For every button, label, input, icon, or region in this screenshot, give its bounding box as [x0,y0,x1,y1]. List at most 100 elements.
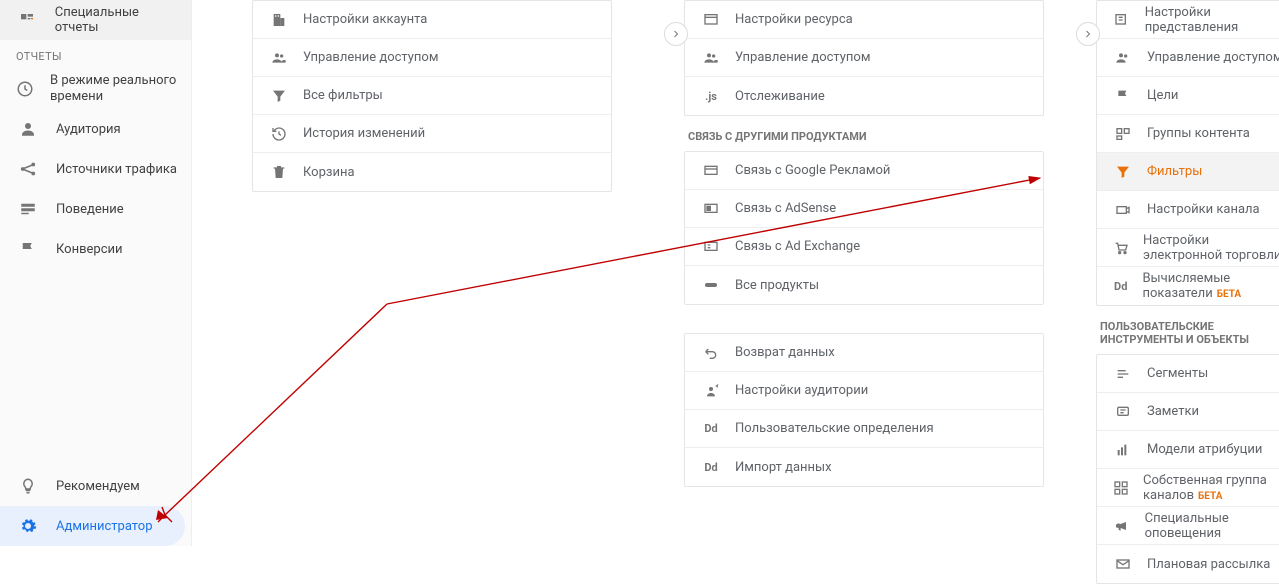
row-label: Управление доступом [303,50,438,65]
sidebar-item-discover[interactable]: Рекомендуем [0,466,191,506]
link-adexchange[interactable]: Связь с Ad Exchange [685,228,1043,266]
link-adsense[interactable]: Связь с AdSense [685,190,1043,228]
link-icon [701,275,721,295]
collapse-button[interactable] [1076,22,1100,46]
sidebar-item-audience[interactable]: Аудитория [0,109,191,149]
rows-icon [16,197,40,221]
row-label: Связь с Ad Exchange [735,239,860,254]
dd-icon: Dd [1113,276,1128,296]
sidebar-item-custom-reports[interactable]: Специальные отчеты [0,0,191,40]
audience-settings[interactable]: Настройки аудитории [685,372,1043,410]
row-label: Пользовательские определения [735,421,934,436]
channel-icon [1113,200,1133,220]
row-label: Настройки представления [1145,5,1279,35]
ads-icon [701,161,721,181]
row-label: Связь с Google Рекламой [735,163,890,178]
calculated-metrics[interactable]: Dd Вычисляемые показателиБЕТА [1097,267,1279,305]
gear-icon [16,514,40,538]
row-label: Настройки аудитории [735,383,868,398]
annotations[interactable]: Заметки [1097,393,1279,431]
clock-icon [16,77,34,101]
sidebar-section-header: ОТЧЕТЫ [0,40,191,69]
sidebar-item-label: Аудитория [56,122,121,137]
section-header-tools: ПОЛЬЗОВАТЕЛЬСКИЕ ИНСТРУМЕНТЫ И ОБЪЕКТЫ [1096,306,1279,354]
sidebar-item-acquisition[interactable]: Источники трафика [0,149,191,189]
sidebar-item-behavior[interactable]: Поведение [0,189,191,229]
row-label: Настройки канала [1147,202,1260,217]
custom-definitions[interactable]: DdПользовательские определения [685,410,1043,448]
mail-icon [1113,554,1133,574]
adsense-icon [701,199,721,219]
window-icon [701,10,721,30]
row-label: Корзина [303,165,355,180]
property-settings[interactable]: Настройки ресурса [685,1,1043,39]
account-column: Настройки аккаунта Управление доступом В… [192,0,624,546]
sidebar-item-admin[interactable]: Администратор [0,506,185,546]
row-label: Модели атрибуции [1147,442,1262,457]
all-products[interactable]: Все продукты [685,266,1043,304]
custom-channel-group[interactable]: Собственная группа каналовБЕТА [1097,469,1279,507]
row-label: Отслеживание [735,89,825,104]
sidebar-item-label: Источники трафика [56,162,177,177]
trash-icon [269,162,289,182]
row-label: Управление доступом [1147,50,1279,65]
groups-icon [1113,124,1133,144]
change-history[interactable]: История изменений [253,115,611,153]
row-label: Цели [1147,88,1178,103]
tracking[interactable]: .js Отслеживание [685,77,1043,115]
ecommerce-settings[interactable]: Настройки электронной торговли [1097,229,1279,267]
scheduled-emails[interactable]: Плановая рассылка [1097,545,1279,583]
flag-icon [1113,86,1133,106]
row-label: Плановая рассылка [1147,557,1270,572]
content-groups[interactable]: Группы контента [1097,115,1279,153]
row-label: Собственная группа каналовБЕТА [1143,473,1279,503]
js-icon: .js [701,86,721,106]
row-label: Настройки электронной торговли [1143,233,1279,263]
all-filters[interactable]: Все фильтры [253,77,611,115]
view-settings[interactable]: Настройки представления [1097,1,1279,39]
property-access[interactable]: Управление доступом [685,39,1043,77]
custom-alerts[interactable]: Специальные оповещения [1097,507,1279,545]
target-people-icon [701,381,721,401]
sidebar-item-conversions[interactable]: Конверсии [0,229,191,269]
people-icon [269,48,289,68]
row-label: Сегменты [1147,366,1208,381]
row-label: Специальные оповещения [1145,511,1279,541]
row-label: Все фильтры [303,88,383,103]
row-label: Управление доступом [735,50,870,65]
row-label: Импорт данных [735,460,832,475]
view-column: Настройки представления Управление досту… [1056,0,1279,546]
building-icon [269,10,289,30]
account-access[interactable]: Управление доступом [253,39,611,77]
sidebar-item-label: Специальные отчеты [55,5,179,35]
cart-icon [1113,238,1129,258]
channel-settings[interactable]: Настройки канала [1097,191,1279,229]
row-label: Вычисляемые показателиБЕТА [1142,271,1279,301]
left-sidebar: Специальные отчеты ОТЧЕТЫ В режиме реаль… [0,0,192,546]
row-label: История изменений [303,126,425,141]
grid-icon [1113,478,1129,498]
flag-icon [16,237,40,261]
postbacks[interactable]: Возврат данных [685,334,1043,372]
row-label: Настройки ресурса [735,12,853,27]
sidebar-item-label: Рекомендуем [56,479,140,494]
section-header-linking: СВЯЗЬ С ДРУГИМИ ПРОДУКТАМИ [684,116,1056,151]
view-access[interactable]: Управление доступом [1097,39,1279,77]
people-icon [1113,48,1133,68]
account-settings[interactable]: Настройки аккаунта [253,1,611,39]
adexchange-icon [701,237,721,257]
megaphone-icon [1113,516,1131,536]
person-icon [16,117,40,141]
link-google-ads[interactable]: Связь с Google Рекламой [685,152,1043,190]
segments[interactable]: Сегменты [1097,355,1279,393]
collapse-button[interactable] [664,22,688,46]
property-column: Настройки ресурса Управление доступом .j… [624,0,1056,546]
history-icon [269,124,289,144]
sidebar-item-realtime[interactable]: В режиме реального времени [0,69,191,109]
trash[interactable]: Корзина [253,153,611,191]
attribution-models[interactable]: Модели атрибуции [1097,431,1279,469]
share-icon [16,157,40,181]
goals[interactable]: Цели [1097,77,1279,115]
data-import[interactable]: DdИмпорт данных [685,448,1043,486]
view-filters[interactable]: Фильтры [1097,153,1279,191]
